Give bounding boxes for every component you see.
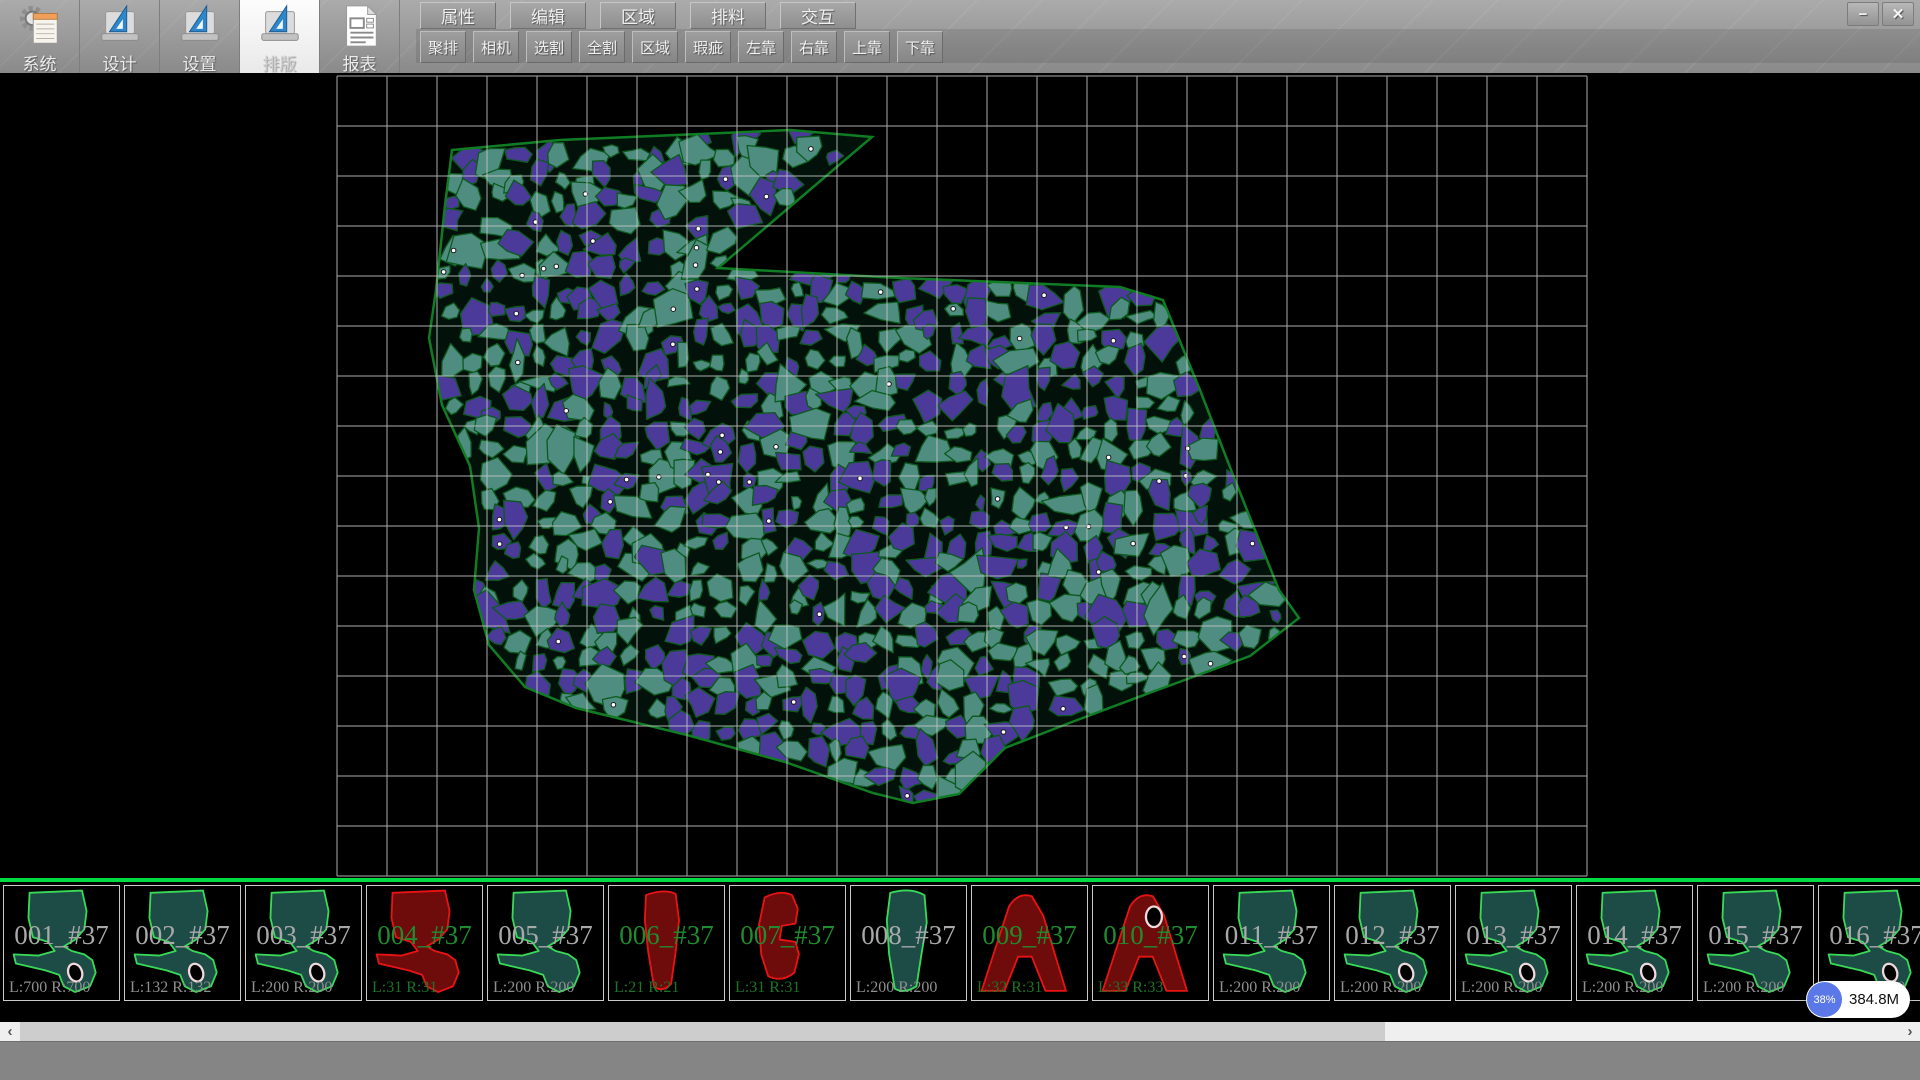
memory-value: 384.8M (1849, 991, 1899, 1008)
titlebar: 系统设计设置排版报表 属性编辑区域排料交互 聚排相机选割全割区域瑕疵左靠右靠上靠… (0, 0, 1920, 73)
menu-item-交互[interactable]: 交互 (780, 2, 856, 29)
tool-button-左靠[interactable]: 左靠 (738, 31, 784, 63)
tool-button-上靠[interactable]: 上靠 (844, 31, 890, 63)
part-thumbnail-012_#37[interactable]: 012_#37L:200 R:200 (1334, 885, 1451, 1001)
part-shape (125, 886, 240, 1000)
nav-tab-报表[interactable]: 报表 (320, 0, 400, 73)
part-shape (972, 886, 1087, 1000)
nav-tab-label: 排版 (263, 50, 297, 75)
main-nav-tabs: 系统 设计 设置 排版 报表 (0, 0, 400, 73)
memory-percent-circle: 38% (1807, 982, 1842, 1017)
part-shape (367, 886, 482, 1000)
tool-button-全割[interactable]: 全割 (579, 31, 625, 63)
part-thumbnail-008_#37[interactable]: 008_#37L:200 R:200 (850, 885, 967, 1001)
part-thumbnail-002_#37[interactable]: 002_#37L:132 R:132 (124, 885, 241, 1001)
scroll-left-arrow-icon[interactable]: ‹ (0, 1022, 20, 1041)
menu-item-排料[interactable]: 排料 (690, 2, 766, 29)
menu-row: 属性编辑区域排料交互 (420, 2, 856, 28)
part-thumbnail-004_#37[interactable]: 004_#37L:31 R:31 (366, 885, 483, 1001)
memory-badge: 38% 384.8M (1806, 981, 1910, 1018)
part-shape (4, 886, 119, 1000)
strip-accent-line (0, 878, 1920, 882)
part-thumbnail-005_#37[interactable]: 005_#37L:200 R:200 (487, 885, 604, 1001)
nav-tab-label: 报表 (343, 50, 377, 75)
part-thumbnail-014_#37[interactable]: 014_#37L:200 R:200 (1576, 885, 1693, 1001)
close-button[interactable]: ✕ (1882, 2, 1914, 26)
parts-strip: 001_#37L:700 R:700002_#37L:132 R:132003_… (0, 878, 1920, 1022)
tool-button-选割[interactable]: 选割 (526, 31, 572, 63)
part-shape (488, 886, 603, 1000)
part-shape (246, 886, 361, 1000)
tool-row: 聚排相机选割全割区域瑕疵左靠右靠上靠下靠 (420, 31, 943, 62)
part-thumbnail-015_#37[interactable]: 015_#37L:200 R:200 (1697, 885, 1814, 1001)
nav-tab-系统[interactable]: 系统 (0, 0, 80, 73)
part-thumbnail-009_#37[interactable]: 009_#37L:32 R:31 (971, 885, 1088, 1001)
part-shape (1456, 886, 1571, 1000)
bottom-window-chrome (0, 1041, 1920, 1080)
tool-button-聚排[interactable]: 聚排 (420, 31, 466, 63)
tool-button-相机[interactable]: 相机 (473, 31, 519, 63)
horizontal-scrollbar[interactable]: ‹ › (0, 1022, 1920, 1041)
part-thumbnail-010_#37[interactable]: 010_#37L:33 R:33 (1092, 885, 1209, 1001)
part-shape (1335, 886, 1450, 1000)
tool-button-下靠[interactable]: 下靠 (897, 31, 943, 63)
part-shape (609, 886, 724, 1000)
nav-tab-label: 设计 (103, 50, 137, 75)
nav-tab-设计[interactable]: 设计 (80, 0, 160, 73)
scroll-right-arrow-icon[interactable]: › (1900, 1022, 1920, 1041)
report-icon (337, 3, 383, 49)
part-shape (1698, 886, 1813, 1000)
part-shape (730, 886, 845, 1000)
nav-tab-排版[interactable]: 排版 (240, 0, 320, 73)
part-shape (1093, 886, 1208, 1000)
part-thumbnail-007_#37[interactable]: 007_#37L:31 R:31 (729, 885, 846, 1001)
nesting-icon (257, 3, 303, 49)
part-shape (1577, 886, 1692, 1000)
tool-button-区域[interactable]: 区域 (632, 31, 678, 63)
tool-button-右靠[interactable]: 右靠 (791, 31, 837, 63)
nesting-viewport[interactable] (0, 73, 1920, 878)
nesting-canvas-svg (0, 73, 1920, 878)
nav-tab-设置[interactable]: 设置 (160, 0, 240, 73)
parts-list: 001_#37L:700 R:700002_#37L:132 R:132003_… (3, 885, 1920, 1001)
minimize-button[interactable]: − (1847, 2, 1879, 26)
nav-tab-label: 系统 (23, 50, 57, 75)
tool-button-瑕疵[interactable]: 瑕疵 (685, 31, 731, 63)
menu-item-编辑[interactable]: 编辑 (510, 2, 586, 29)
window-controls: − ✕ (1847, 2, 1914, 26)
settings-icon (177, 3, 223, 49)
part-shape (1214, 886, 1329, 1000)
part-thumbnail-006_#37[interactable]: 006_#37L:21 R:21 (608, 885, 725, 1001)
nav-tab-label: 设置 (183, 50, 217, 75)
design-icon (97, 3, 143, 49)
menu-item-属性[interactable]: 属性 (420, 2, 496, 29)
part-shape (851, 886, 966, 1000)
system-icon (17, 3, 63, 49)
part-thumbnail-011_#37[interactable]: 011_#37L:200 R:200 (1213, 885, 1330, 1001)
part-thumbnail-003_#37[interactable]: 003_#37L:200 R:200 (245, 885, 362, 1001)
part-thumbnail-013_#37[interactable]: 013_#37L:200 R:200 (1455, 885, 1572, 1001)
part-thumbnail-001_#37[interactable]: 001_#37L:700 R:700 (3, 885, 120, 1001)
nesting-application-window: 系统设计设置排版报表 属性编辑区域排料交互 聚排相机选割全割区域瑕疵左靠右靠上靠… (0, 0, 1920, 1080)
scrollbar-thumb[interactable] (20, 1022, 1385, 1041)
menu-item-区域[interactable]: 区域 (600, 2, 676, 29)
